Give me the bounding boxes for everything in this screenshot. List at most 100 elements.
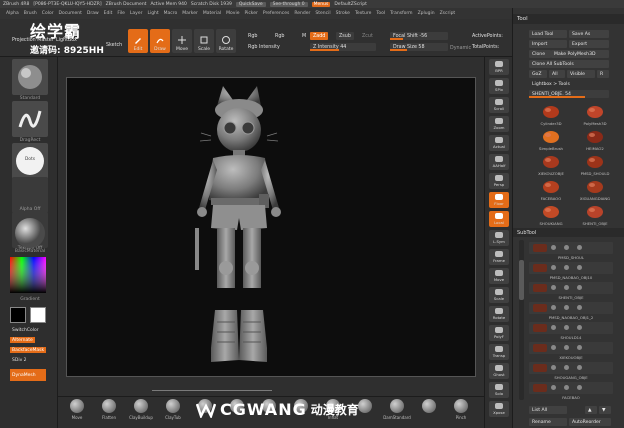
tool-panel-header[interactable]: Tool xyxy=(513,14,624,24)
visibility-icon[interactable] xyxy=(577,285,582,290)
color-picker[interactable] xyxy=(10,257,46,293)
make-polymesh-button[interactable]: Make PolyMesh3D xyxy=(551,50,609,58)
subtool-header[interactable]: SubTool xyxy=(513,228,624,237)
shelf-zoom-button[interactable]: Zoom xyxy=(489,116,509,132)
eye-icon[interactable] xyxy=(551,265,556,270)
draw-button[interactable]: Draw xyxy=(150,29,170,53)
brush-claybuildup-button[interactable]: ClayBuildup xyxy=(128,399,154,427)
menu-item-edit[interactable]: Edit xyxy=(104,11,113,16)
brush-claytub-button[interactable]: ClayTub xyxy=(160,399,186,427)
tool-thumb[interactable] xyxy=(583,202,607,222)
shelf-actual-button[interactable]: Actual xyxy=(489,135,509,151)
menu-item-zplugin[interactable]: Zplugin xyxy=(418,11,435,16)
menus-button[interactable]: Menus xyxy=(311,1,331,7)
polypaint-icon[interactable] xyxy=(564,285,569,290)
subtool-scrollbar[interactable] xyxy=(519,240,524,400)
visibility-icon[interactable] xyxy=(577,245,582,250)
menu-item-file[interactable]: File xyxy=(117,11,125,16)
tool-thumb[interactable] xyxy=(539,202,563,222)
polypaint-icon[interactable] xyxy=(564,365,569,370)
scale-button[interactable]: Scale xyxy=(194,29,214,53)
lightbox-tools-button[interactable]: Lightbox > Tools xyxy=(529,80,609,88)
menu-item-layer[interactable]: Layer xyxy=(130,11,143,16)
menu-item-color[interactable]: Color xyxy=(42,11,54,16)
shelf-bpr-button[interactable]: BPR xyxy=(489,59,509,75)
shelf-ghost-button[interactable]: Ghost xyxy=(489,363,509,379)
menu-item-brush[interactable]: Brush xyxy=(24,11,37,16)
brush-damstandard-button[interactable]: DamStandard xyxy=(383,399,411,427)
menu-item-material[interactable]: Material xyxy=(203,11,221,16)
subtool-item[interactable] xyxy=(529,322,613,334)
shelf-frame-button[interactable]: Frame xyxy=(489,249,509,265)
brush-pinch-button[interactable]: Pinch xyxy=(448,399,474,427)
eye-icon[interactable] xyxy=(551,305,556,310)
brush-move-button[interactable]: Move xyxy=(64,399,90,427)
menu-item-marker[interactable]: Marker xyxy=(182,11,198,16)
rgb-intensity-slider[interactable]: Rgb Intensity xyxy=(248,45,280,50)
menu-item-picker[interactable]: Picker xyxy=(244,11,257,16)
list-all-button[interactable]: List All xyxy=(529,406,567,414)
tool-thumb[interactable] xyxy=(583,152,607,172)
alternate-button[interactable]: Alternate xyxy=(10,337,35,343)
shelf-aahalf-button[interactable]: AAHalf xyxy=(489,154,509,170)
shelf-local-button[interactable]: Local xyxy=(489,211,509,227)
export-button[interactable]: Export xyxy=(569,40,609,48)
brush-slot-button[interactable] xyxy=(416,399,442,427)
visibility-icon[interactable] xyxy=(577,325,582,330)
quicksave-button[interactable]: QuickSave xyxy=(235,1,266,7)
shelf-transp-button[interactable]: Transp xyxy=(489,344,509,360)
tool-thumb[interactable] xyxy=(539,152,563,172)
zsub-button[interactable]: Zsub xyxy=(336,32,354,40)
eye-icon[interactable] xyxy=(551,285,556,290)
shelf-spix-button[interactable]: SPix xyxy=(489,78,509,94)
shelf-persp-button[interactable]: Persp xyxy=(489,173,509,189)
menu-item-stroke[interactable]: Stroke xyxy=(336,11,350,16)
menu-item-alpha[interactable]: Alpha xyxy=(6,11,19,16)
tool-thumb[interactable] xyxy=(583,177,607,197)
shelf-solo-button[interactable]: Solo xyxy=(489,382,509,398)
tool-thumb[interactable] xyxy=(539,177,563,197)
secondary-color-swatch[interactable] xyxy=(30,307,46,323)
menu-item-light[interactable]: Light xyxy=(147,11,158,16)
load-tool-button[interactable]: Load Tool xyxy=(529,30,567,38)
default-zscript-button[interactable]: DefaultZScript xyxy=(334,2,367,7)
menu-item-movie[interactable]: Movie xyxy=(226,11,239,16)
goz-visible-button[interactable]: Visible xyxy=(567,70,595,78)
subtool-item[interactable] xyxy=(529,342,613,354)
draw-size-slider[interactable]: Draw Size 58 xyxy=(390,43,448,51)
shelf-xpose-button[interactable]: Xpose xyxy=(489,401,509,417)
shelf-l-sym-button[interactable]: L.Sym xyxy=(489,230,509,246)
shelf-scale-button[interactable]: Scale xyxy=(489,287,509,303)
mrgb-toggle[interactable]: M xyxy=(302,34,306,39)
goz-all-button[interactable]: All xyxy=(549,70,565,78)
live-boolean-sketch-button[interactable]: Sketch xyxy=(106,43,122,48)
subtool-item[interactable] xyxy=(529,302,613,314)
rgb-toggle[interactable]: Rgb xyxy=(248,34,257,39)
tool-thumb[interactable] xyxy=(583,102,607,122)
subtool-item[interactable] xyxy=(529,242,613,254)
dynamic-toggle[interactable]: Dynamic xyxy=(450,46,471,51)
see-through-slider[interactable]: See-through 0 xyxy=(269,1,308,7)
clone-button[interactable]: Clone xyxy=(529,50,551,58)
menu-item-texture[interactable]: Texture xyxy=(355,11,371,16)
tool-thumb[interactable] xyxy=(539,102,563,122)
switch-color-button[interactable]: SwitchColor xyxy=(10,327,41,333)
polypaint-icon[interactable] xyxy=(564,265,569,270)
save-as-button[interactable]: Save As xyxy=(569,30,609,38)
tool-thumb[interactable] xyxy=(583,127,607,147)
shelf-scroll-button[interactable]: Scroll xyxy=(489,97,509,113)
shelf-rotate-button[interactable]: Rotate xyxy=(489,306,509,322)
dynamesh-button[interactable]: DynaMesh xyxy=(10,369,46,381)
subtool-item[interactable] xyxy=(529,362,613,374)
subtool-item[interactable] xyxy=(529,282,613,294)
polypaint-icon[interactable] xyxy=(564,305,569,310)
polypaint-icon[interactable] xyxy=(564,245,569,250)
clone-all-subtools-button[interactable]: Clone All SubTools xyxy=(529,60,609,68)
move-button[interactable]: Move xyxy=(172,29,192,53)
goz-r-button[interactable]: R xyxy=(597,70,609,78)
arrow-down-button[interactable]: ▼ xyxy=(599,406,611,414)
brush-flatten-button[interactable]: Flatten xyxy=(96,399,122,427)
visibility-icon[interactable] xyxy=(577,385,582,390)
menu-item-document[interactable]: Document xyxy=(59,11,82,16)
autoreorder-button[interactable]: AutoReorder xyxy=(569,418,611,426)
